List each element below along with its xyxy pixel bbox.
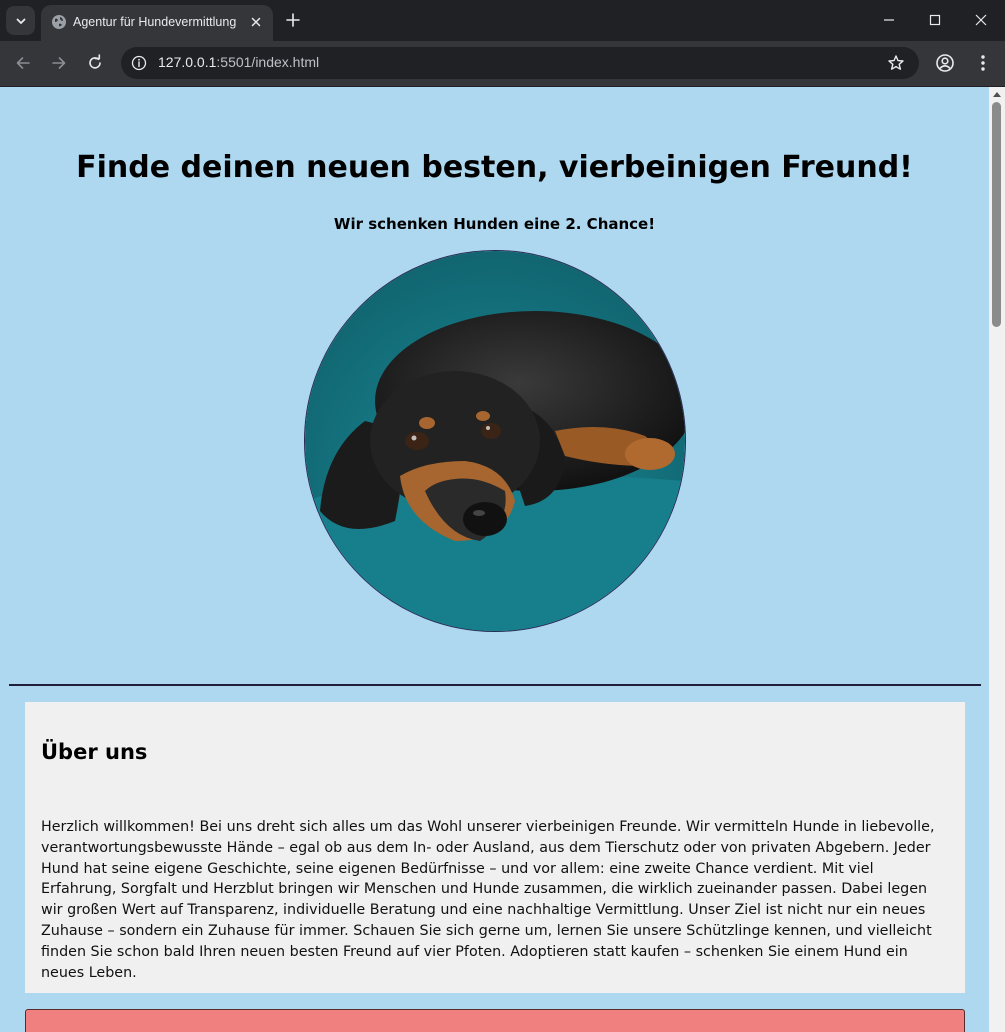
url-text: 127.0.0.1:5501/index.html (158, 54, 319, 70)
page-viewport: Finde deinen neuen besten, vierbeinigen … (0, 87, 989, 1032)
reload-icon[interactable] (86, 54, 104, 72)
section-divider (9, 684, 981, 686)
about-section: Über uns Herzlich willkommen! Bei uns dr… (25, 702, 965, 993)
url-path: :5501/index.html (216, 54, 320, 70)
next-section-box (25, 1009, 965, 1032)
about-heading: Über uns (41, 740, 148, 764)
address-bar[interactable]: 127.0.0.1:5501/index.html (121, 47, 919, 79)
site-info-icon[interactable] (131, 55, 147, 71)
about-text: Herzlich willkommen! Bei uns dreht sich … (41, 819, 935, 981)
browser-tab[interactable]: Agentur für Hundevermittlung (41, 5, 273, 41)
page-subtitle: Wir schenken Hunden eine 2. Chance! (333, 215, 656, 233)
minimize-icon[interactable] (880, 11, 898, 29)
tab-title: Agentur für Hundevermittlung (73, 15, 237, 29)
scrollbar-thumb[interactable] (992, 102, 1001, 327)
kebab-menu-icon[interactable] (976, 53, 990, 73)
bookmark-star-icon[interactable] (887, 54, 905, 72)
new-tab-icon[interactable] (284, 11, 302, 29)
url-host: 127.0.0.1 (158, 54, 217, 70)
close-icon[interactable] (248, 14, 264, 30)
chevron-down-icon (16, 18, 25, 24)
browser-toolbar: 127.0.0.1:5501/index.html (0, 41, 1005, 87)
forward-arrow-icon[interactable] (50, 54, 68, 72)
window-close-icon[interactable] (972, 11, 990, 29)
globe-icon (52, 15, 66, 29)
profile-icon[interactable] (935, 53, 955, 73)
back-arrow-icon[interactable] (14, 54, 32, 72)
maximize-icon[interactable] (926, 11, 944, 29)
scroll-up-arrow-icon[interactable] (993, 91, 1001, 97)
vertical-scrollbar[interactable] (989, 87, 1005, 1032)
page-title: Finde deinen neuen besten, vierbeinigen … (76, 150, 913, 185)
hero-dog-image (304, 250, 686, 632)
tab-search-button[interactable] (6, 6, 35, 35)
title-bar: Agentur für Hundevermittlung (0, 0, 1005, 41)
